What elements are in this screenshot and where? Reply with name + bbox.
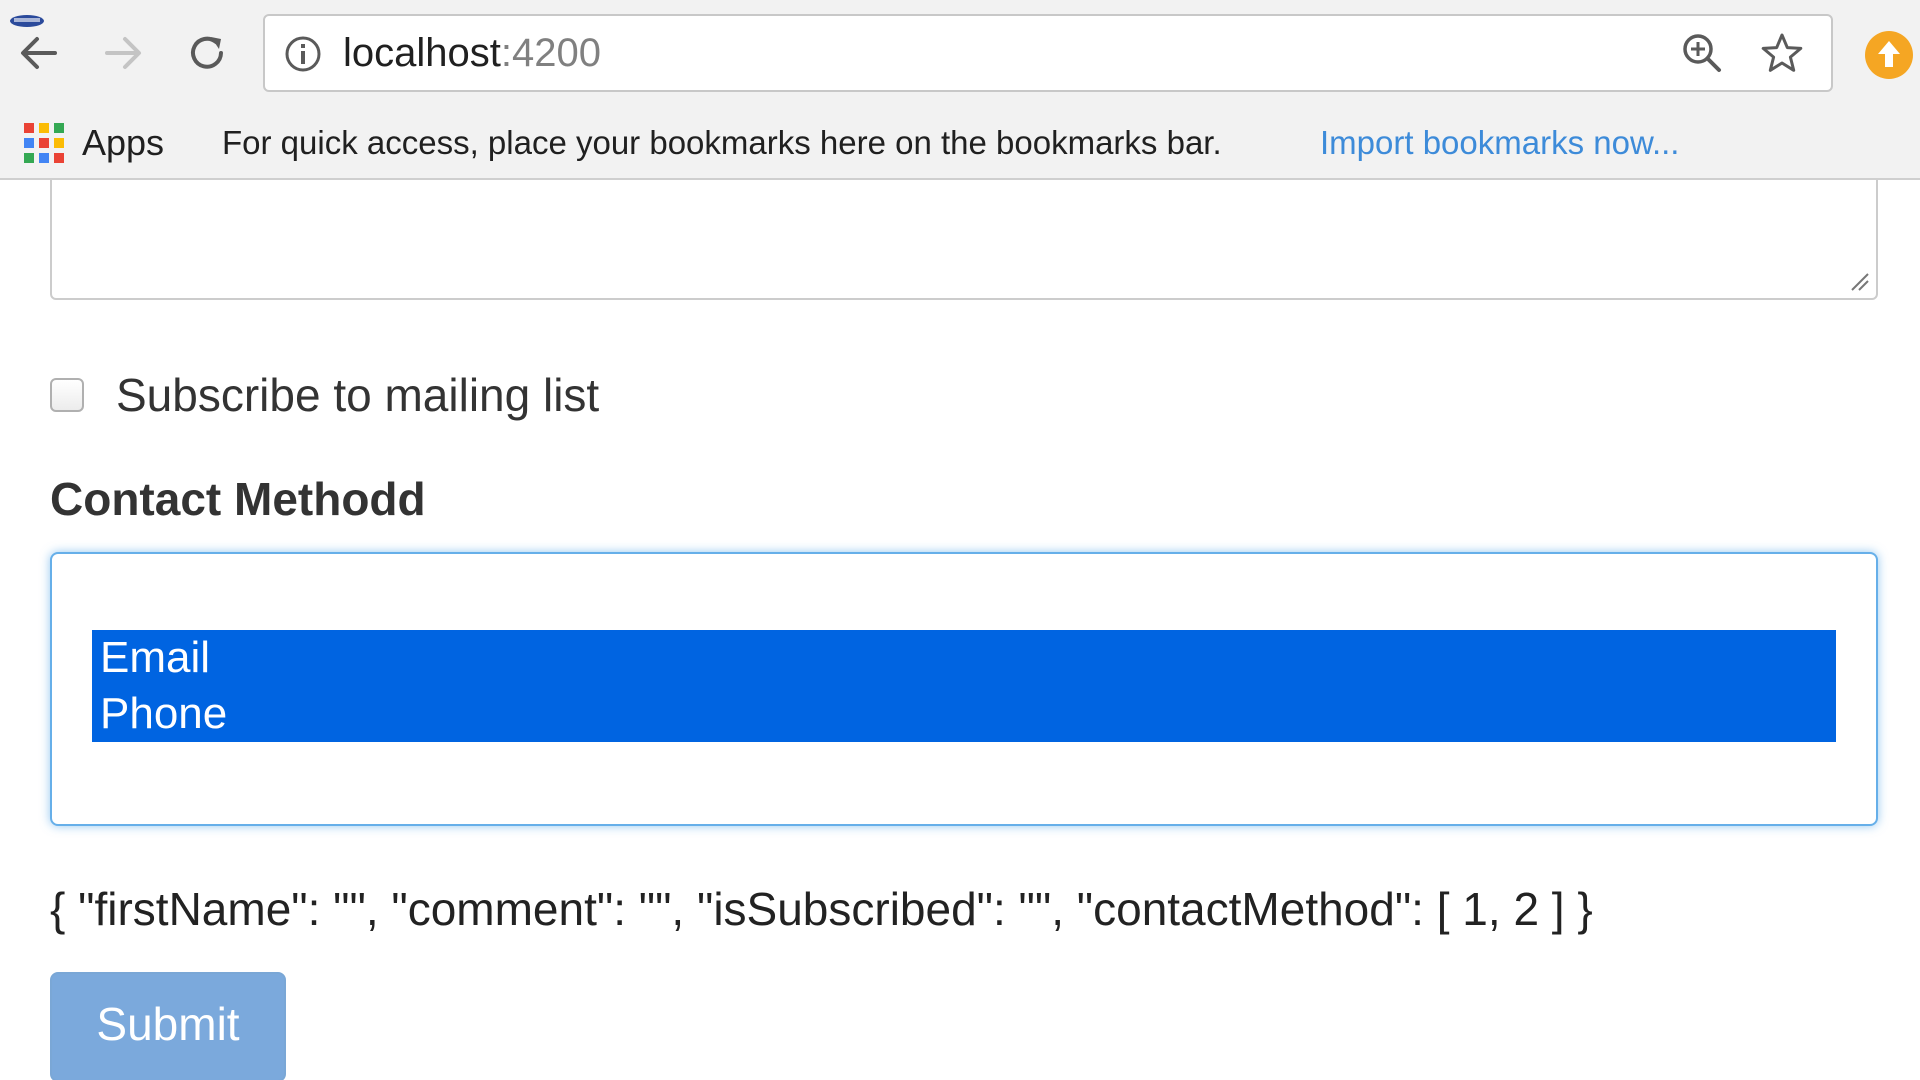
- comment-textarea[interactable]: [50, 180, 1878, 300]
- url-host: localhost: [343, 31, 501, 75]
- option-phone[interactable]: Phone: [92, 686, 1836, 742]
- browser-toolbar: localhost:4200: [0, 0, 1920, 108]
- option-email[interactable]: Email: [92, 630, 1836, 686]
- back-button[interactable]: [8, 22, 70, 84]
- page-content: Subscribe to mailing list Contact Method…: [0, 180, 1920, 1080]
- subscribe-checkbox[interactable]: [50, 378, 84, 412]
- submit-button[interactable]: Submit: [50, 972, 286, 1080]
- url-text: localhost:4200: [343, 16, 601, 90]
- update-icon[interactable]: [1864, 30, 1914, 80]
- zoom-icon[interactable]: [1679, 30, 1725, 76]
- apps-grid-icon: [24, 123, 64, 163]
- contact-method-label: Contact Methodd: [50, 473, 426, 525]
- apps-shortcut[interactable]: Apps: [24, 114, 164, 172]
- apps-label: Apps: [82, 122, 165, 163]
- subscribe-row: Subscribe to mailing list: [50, 368, 599, 422]
- info-icon[interactable]: [283, 34, 323, 74]
- bookmarks-hint: For quick access, place your bookmarks h…: [222, 124, 1222, 161]
- address-bar[interactable]: localhost:4200: [263, 14, 1833, 92]
- bookmarks-bar: Apps For quick access, place your bookma…: [0, 108, 1920, 178]
- reload-icon: [191, 36, 223, 69]
- forward-arrow-icon: [105, 37, 141, 69]
- resize-handle-icon[interactable]: [1848, 270, 1870, 292]
- reload-button[interactable]: [176, 22, 238, 84]
- import-bookmarks-link[interactable]: Import bookmarks now...: [1320, 114, 1679, 172]
- star-icon[interactable]: [1759, 30, 1805, 76]
- back-arrow-icon: [21, 37, 57, 69]
- url-port: :4200: [500, 31, 601, 75]
- subscribe-label[interactable]: Subscribe to mailing list: [116, 368, 599, 422]
- form-model-json: { "firstName": "", "comment": "", "isSub…: [50, 883, 1593, 935]
- browser-chrome: localhost:4200 Apps For quick access, pl…: [0, 0, 1920, 180]
- forward-button[interactable]: [92, 22, 154, 84]
- contact-method-select[interactable]: Email Phone: [50, 552, 1878, 826]
